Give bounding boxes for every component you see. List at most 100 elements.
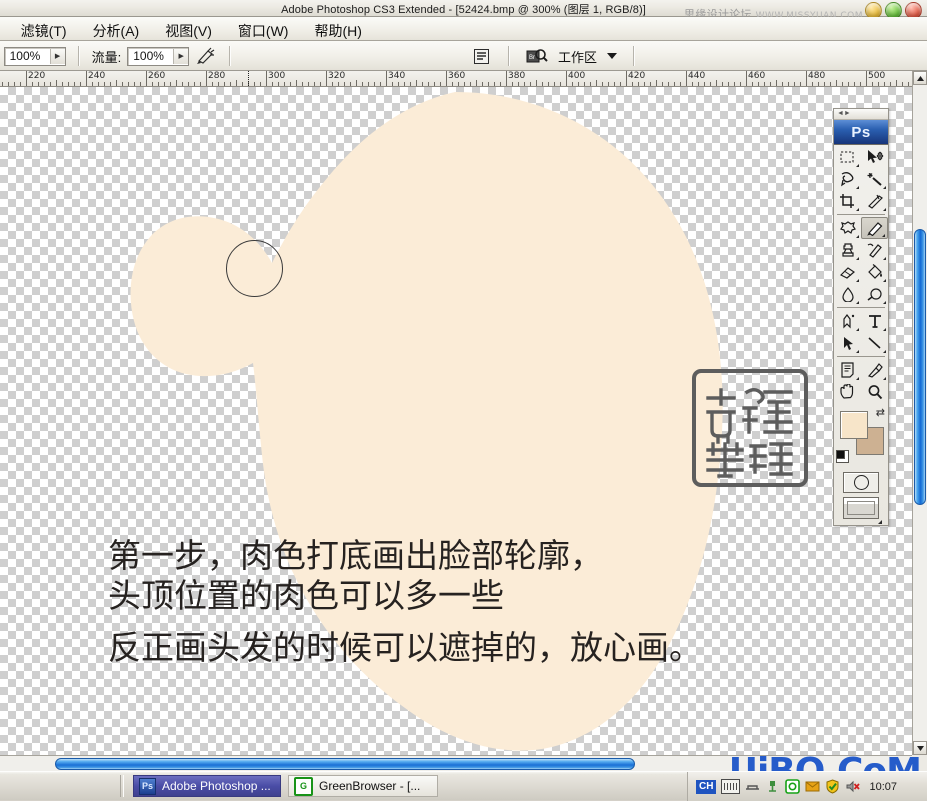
taskbar-clock[interactable]: 10:07: [869, 781, 897, 793]
eraser-tool[interactable]: [834, 261, 861, 283]
vertical-scrollbar[interactable]: [912, 71, 927, 755]
swap-colors-icon[interactable]: ⇄: [876, 408, 885, 418]
flow-input[interactable]: 100% ▶: [127, 47, 189, 66]
ruler-minor-tick: [578, 82, 579, 86]
eyedropper-tool[interactable]: [861, 359, 888, 381]
ruler-minor-tick: [548, 82, 549, 86]
paint-bucket-tool[interactable]: [861, 261, 888, 283]
ruler-minor-tick: [860, 82, 861, 86]
crop-tool[interactable]: [834, 190, 861, 212]
ruler-minor-tick: [848, 82, 849, 86]
system-tray: CH 10:07: [687, 772, 927, 801]
flow-dropdown-arrow[interactable]: ▶: [173, 49, 188, 64]
ruler-minor-tick: [644, 82, 645, 86]
ruler-label: 280: [206, 71, 225, 81]
healing-brush-tool[interactable]: [834, 217, 861, 239]
menu-item-analysis[interactable]: 分析(A): [89, 20, 144, 42]
path-selection-tool[interactable]: [834, 332, 861, 354]
photoshop-badge: Ps: [834, 120, 888, 145]
magic-wand-tool[interactable]: [861, 168, 888, 190]
tool-flyout-triangle: [853, 350, 859, 353]
usb-icon[interactable]: [765, 779, 780, 794]
ruler-minor-tick: [122, 82, 123, 86]
toolbox-palette[interactable]: ◄► Ps: [833, 108, 889, 526]
screen-mode-button[interactable]: [834, 495, 888, 525]
brush-tool[interactable]: [861, 217, 888, 239]
tool-flyout-triangle: [880, 257, 886, 260]
airbrush-icon[interactable]: [195, 46, 217, 66]
foreground-color-swatch[interactable]: [840, 411, 868, 439]
opacity-input[interactable]: 100% ▶: [4, 47, 66, 66]
bridge-icon[interactable]: Br: [526, 46, 548, 66]
ruler-minor-tick: [272, 82, 273, 86]
horizontal-scrollbar-thumb[interactable]: [55, 758, 635, 770]
ruler-minor-tick: [404, 82, 405, 86]
ruler-minor-tick: [602, 82, 603, 86]
palette-toggle-icon[interactable]: [470, 46, 492, 66]
ruler-minor-tick: [722, 82, 723, 86]
tool-flyout-triangle: [880, 350, 886, 353]
menu-item-view[interactable]: 视图(V): [161, 20, 216, 42]
mail-icon[interactable]: [805, 779, 820, 794]
history-brush-tool[interactable]: [861, 239, 888, 261]
keyboard-icon[interactable]: [721, 779, 740, 794]
pen-tool[interactable]: [834, 310, 861, 332]
menu-bar: (S) 滤镜(T) 分析(A) 视图(V) 窗口(W) 帮助(H): [0, 17, 927, 41]
chevron-down-icon[interactable]: [607, 53, 617, 59]
blur-tool[interactable]: [834, 283, 861, 305]
toolbox-separator-2: [837, 307, 885, 308]
clone-stamp-tool[interactable]: [834, 239, 861, 261]
qq-icon[interactable]: [785, 779, 800, 794]
seal-stamp-watermark: [691, 368, 809, 488]
ruler-minor-tick: [536, 80, 537, 86]
ruler-minor-tick: [872, 82, 873, 86]
opacity-dropdown-arrow[interactable]: ▶: [50, 49, 65, 64]
ruler-minor-tick: [818, 82, 819, 86]
ruler-minor-tick: [902, 82, 903, 86]
vertical-scrollbar-thumb[interactable]: [914, 229, 926, 505]
ruler-minor-tick: [188, 82, 189, 86]
taskbar-item-greenbrowser[interactable]: G GreenBrowser - [...: [288, 775, 438, 797]
ruler-minor-tick: [698, 82, 699, 86]
default-colors-icon[interactable]: [836, 450, 849, 463]
ruler-minor-tick: [350, 82, 351, 86]
toolbox-separator-3: [837, 356, 885, 357]
speaker-mute-icon[interactable]: [845, 779, 860, 794]
workspace-label[interactable]: 工作区: [558, 47, 597, 66]
ruler-minor-tick: [284, 82, 285, 86]
ruler-minor-tick: [554, 82, 555, 86]
ruler-minor-tick: [98, 82, 99, 86]
ruler-minor-tick: [74, 82, 75, 86]
menu-item-window[interactable]: 窗口(W): [234, 20, 293, 42]
taskbar-item-photoshop[interactable]: Ps Adobe Photoshop ...: [133, 775, 281, 797]
notes-tool[interactable]: [834, 359, 861, 381]
line-shape-tool[interactable]: [861, 332, 888, 354]
ruler-minor-tick: [692, 82, 693, 86]
ruler-minor-tick: [488, 82, 489, 86]
slice-tool[interactable]: [861, 190, 888, 212]
menu-item-filter[interactable]: 滤镜(T): [17, 20, 71, 42]
dodge-tool[interactable]: [861, 283, 888, 305]
scroll-up-button[interactable]: [913, 71, 927, 85]
canvas-area[interactable]: 第一步，肉色打底画出脸部轮廓， 头顶位置的肉色可以多一些 反正画头发的时候可以遮…: [0, 87, 912, 755]
color-swatches[interactable]: ⇄: [834, 407, 888, 467]
tool-flyout-triangle: [853, 257, 859, 260]
marquee-tool[interactable]: [834, 146, 861, 168]
horizontal-ruler[interactable]: 2202402602803003203403603804004204404604…: [0, 71, 912, 87]
ruler-minor-tick: [428, 82, 429, 86]
toolbox-grip[interactable]: ◄►: [834, 109, 888, 120]
ruler-minor-tick: [134, 82, 135, 86]
ruler-guide-marker[interactable]: [248, 71, 249, 86]
shield-icon[interactable]: [825, 779, 840, 794]
hand-tool[interactable]: [834, 381, 861, 403]
quick-mask-mode-button[interactable]: [834, 469, 888, 495]
move-tool[interactable]: [861, 146, 888, 168]
zoom-tool[interactable]: [861, 381, 888, 403]
lasso-tool[interactable]: [834, 168, 861, 190]
type-tool[interactable]: [861, 310, 888, 332]
ruler-minor-tick: [740, 82, 741, 86]
network-icon[interactable]: [745, 779, 760, 794]
ime-indicator[interactable]: CH: [696, 780, 716, 794]
menu-item-help[interactable]: 帮助(H): [310, 20, 365, 42]
ruler-minor-tick: [800, 82, 801, 86]
